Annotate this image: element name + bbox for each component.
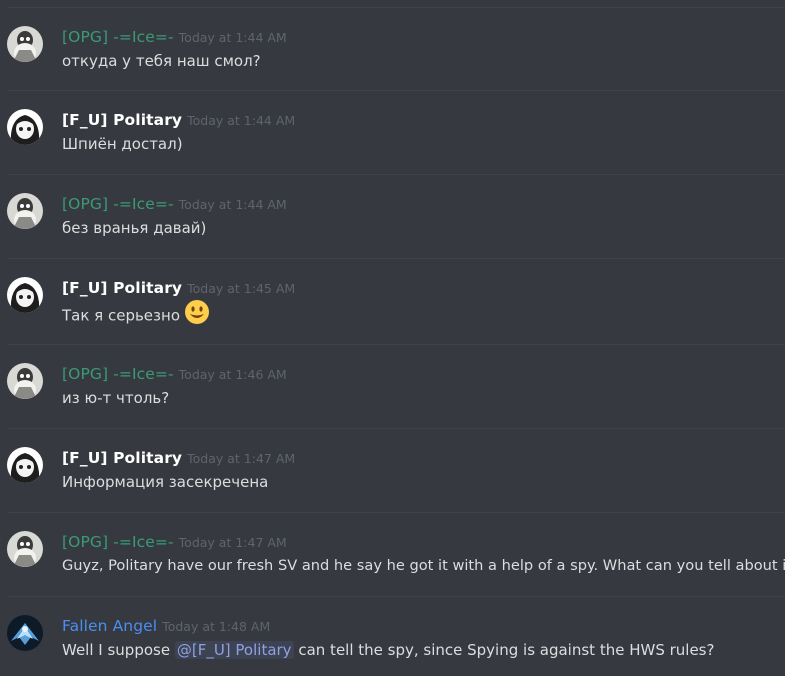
author-name[interactable]: [OPG] -=Ice=-	[62, 28, 174, 46]
author-name[interactable]: [F_U] Politary	[62, 111, 182, 129]
message-text: Шпиён достал)	[62, 135, 183, 153]
fallen-angel-avatar[interactable]	[7, 615, 43, 651]
message-text-content: Так я серьезно	[62, 306, 181, 325]
timestamp: Today at 1:45 AM	[187, 281, 296, 296]
message-header: [OPG] -=Ice=- Today at 1:44 AM	[62, 27, 287, 46]
message-text-after: can tell the spy, since Spying is agains…	[293, 641, 715, 659]
ice-avatar[interactable]	[7, 26, 43, 62]
timestamp: Today at 1:48 AM	[162, 619, 271, 634]
ice-avatar[interactable]	[7, 531, 43, 567]
message-header: [F_U] Politary Today at 1:44 AM	[62, 110, 295, 129]
timestamp: Today at 1:47 AM	[187, 451, 296, 466]
message-text: из ю-т чтоль?	[62, 389, 170, 407]
message-header: Fallen Angel Today at 1:48 AM	[62, 616, 270, 635]
politary-avatar[interactable]	[7, 277, 43, 313]
message-text: без вранья давай)	[62, 219, 207, 237]
politary-avatar[interactable]	[7, 447, 43, 483]
chat-messages: [OPG] -=Ice=- Today at 1:44 AM откуда у т…	[0, 0, 785, 676]
message-text: Так я серьезно	[62, 300, 210, 329]
author-name[interactable]: [OPG] -=Ice=-	[62, 533, 174, 551]
message-divider	[8, 596, 785, 597]
author-name[interactable]: [OPG] -=Ice=-	[62, 365, 174, 383]
timestamp: Today at 1:47 AM	[178, 535, 287, 550]
smiley-emoji-icon[interactable]	[184, 299, 210, 329]
timestamp: Today at 1:46 AM	[178, 367, 287, 382]
message-divider	[8, 258, 785, 259]
user-mention[interactable]: @[F_U] Politary	[174, 641, 294, 659]
message-header: [OPG] -=Ice=- Today at 1:46 AM	[62, 364, 287, 383]
message-header: [F_U] Politary Today at 1:45 AM	[62, 278, 295, 297]
message-divider	[8, 90, 785, 91]
message-divider	[8, 428, 785, 429]
message-divider	[8, 7, 785, 8]
author-name[interactable]: Fallen Angel	[62, 617, 157, 635]
timestamp: Today at 1:44 AM	[187, 113, 296, 128]
author-name[interactable]: [F_U] Politary	[62, 449, 182, 467]
message-text: Информация засекречена	[62, 473, 269, 491]
ice-avatar[interactable]	[7, 193, 43, 229]
message-text-before: Well I suppose	[62, 641, 175, 659]
politary-avatar[interactable]	[7, 109, 43, 145]
message-header: [F_U] Politary Today at 1:47 AM	[62, 448, 295, 467]
timestamp: Today at 1:44 AM	[178, 197, 287, 212]
message-divider	[8, 174, 785, 175]
author-name[interactable]: [F_U] Politary	[62, 279, 182, 297]
timestamp: Today at 1:44 AM	[178, 30, 287, 45]
ice-avatar[interactable]	[7, 363, 43, 399]
author-name[interactable]: [OPG] -=Ice=-	[62, 195, 174, 213]
message-header: [OPG] -=Ice=- Today at 1:47 AM	[62, 532, 287, 551]
message-text: Guyz, Politary have our fresh SV and he …	[62, 557, 785, 574]
message-text: Well I suppose @[F_U] Politary can tell …	[62, 641, 714, 659]
message-header: [OPG] -=Ice=- Today at 1:44 AM	[62, 194, 287, 213]
message-divider	[8, 512, 785, 513]
message-text: откуда у тебя наш смол?	[62, 52, 261, 70]
message-divider	[8, 344, 785, 345]
